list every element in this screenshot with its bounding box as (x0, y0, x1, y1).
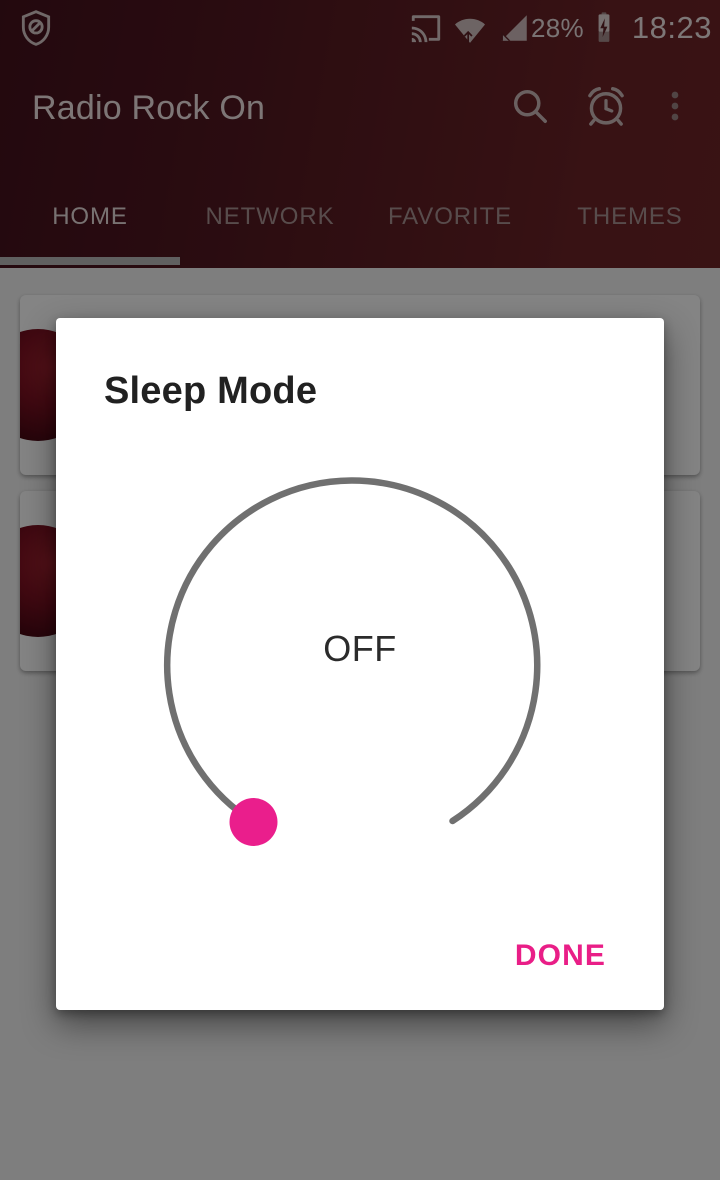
done-button[interactable]: DONE (493, 925, 628, 987)
sleep-mode-dialog: Sleep Mode OFF DONE (56, 318, 664, 1010)
sleep-timer-dial[interactable]: OFF (160, 460, 560, 860)
phone-screen: 28% 18:23 Radio Rock On HOME NETWORK FAV… (0, 0, 720, 1180)
dial-value-label: OFF (323, 628, 397, 669)
dialog-title: Sleep Mode (104, 370, 318, 412)
dial-thumb[interactable] (229, 798, 278, 846)
dialog-actions: DONE (56, 902, 664, 1010)
